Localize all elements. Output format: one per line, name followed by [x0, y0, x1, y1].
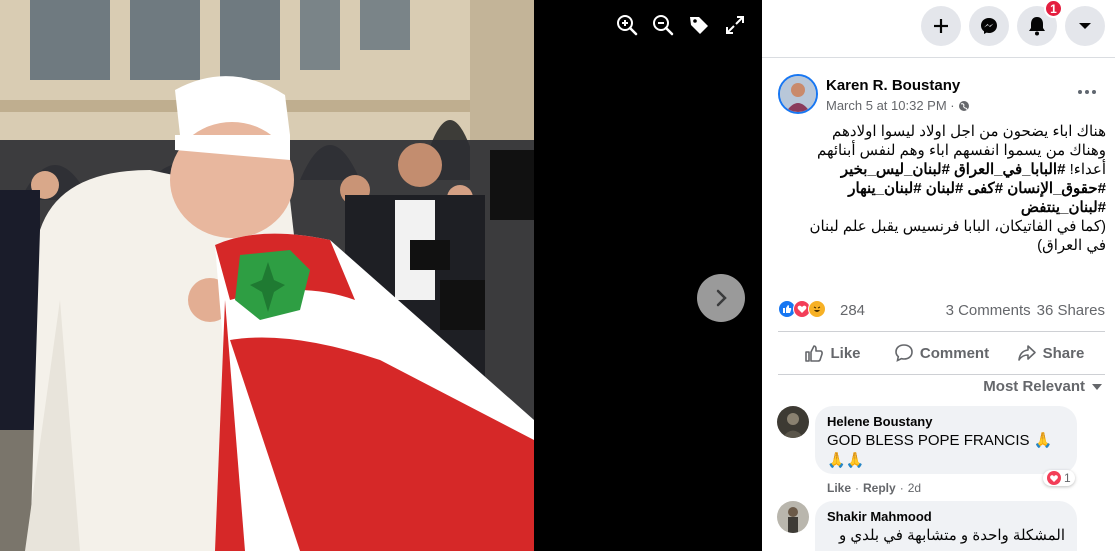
reaction-count[interactable]: 284 — [840, 302, 865, 319]
author-name[interactable]: Karen R. Boustany — [826, 77, 960, 94]
post-photo[interactable] — [0, 0, 534, 551]
post-text-line: هناك اباء يضحون من اجل اولاد ليسوا اولاد… — [832, 123, 1106, 140]
fullscreen-icon[interactable] — [722, 12, 748, 38]
comment-reaction[interactable]: 1 — [1043, 470, 1075, 486]
post-options-button[interactable] — [1073, 80, 1101, 104]
zoom-out-icon[interactable] — [650, 12, 676, 38]
comment-text: المشكلة واحدة و متشابهة في بلدي و — [838, 527, 1065, 544]
meta-separator: · — [855, 481, 860, 495]
reaction-icons[interactable] — [778, 300, 826, 318]
share-icon — [1017, 345, 1036, 361]
post-text-line: وهناك من يسموا انفسهم اباء وهم لنفس أبنا… — [816, 142, 1106, 159]
hashtag-links[interactable]: #لبنان_ينتفض — [774, 198, 1106, 217]
notification-badge: 1 — [1044, 0, 1063, 18]
commenter-avatar[interactable] — [777, 406, 809, 438]
shares-count[interactable]: 36 Shares — [1037, 302, 1105, 319]
reactions-bar: 284 3 Comments 36 Shares — [778, 298, 1105, 322]
account-menu-button[interactable] — [1065, 6, 1105, 46]
chevron-right-icon — [716, 289, 727, 307]
comment-sort-dropdown[interactable]: Most Relevant — [983, 378, 1103, 395]
post-date[interactable]: March 5 at 10:32 PM · — [826, 98, 955, 113]
post-text-line: (كما في الفاتيكان، البابا فرنسيس يقبل عل… — [809, 218, 1106, 235]
post-side-panel: 1 Karen R. Boustany March 5 at 10:32 PM … — [762, 0, 1115, 551]
notifications-button[interactable]: 1 — [1017, 0, 1063, 46]
comment-time[interactable]: 2d — [908, 481, 921, 495]
post-meta: March 5 at 10:32 PM · — [826, 98, 970, 113]
post-text-line: في العراق) — [1037, 237, 1106, 254]
comment-bubble: Shakir Mahmood المشكلة واحدة و متشابهة ف… — [815, 501, 1077, 551]
like-button[interactable]: Like — [778, 332, 887, 374]
photo-viewer — [0, 0, 762, 551]
post-text: هناك اباء يضحون من اجل اولاد ليسوا اولاد… — [774, 122, 1106, 255]
comment-like-button[interactable]: Like — [827, 481, 851, 495]
plus-icon — [934, 19, 948, 33]
comment-reply-button[interactable]: Reply — [863, 481, 896, 495]
comment-reaction-count: 1 — [1064, 471, 1071, 485]
post-actions: Like Comment Share — [778, 331, 1105, 375]
post-header: Karen R. Boustany March 5 at 10:32 PM · — [778, 74, 1105, 118]
commenter-name[interactable]: Shakir Mahmood — [827, 509, 1065, 524]
share-button[interactable]: Share — [996, 332, 1105, 374]
top-bar: 1 — [762, 0, 1115, 58]
sort-label: Most Relevant — [983, 378, 1085, 395]
like-label: Like — [830, 344, 861, 362]
comment-button[interactable]: Comment — [887, 332, 996, 374]
messenger-button[interactable] — [969, 6, 1009, 46]
commenter-name[interactable]: Helene Boustany — [827, 414, 1065, 429]
messenger-icon — [981, 18, 997, 34]
haha-reaction-icon — [808, 300, 826, 318]
meta-separator: · — [899, 481, 904, 495]
comment-label: Comment — [919, 344, 990, 362]
comment-icon — [895, 344, 913, 362]
author-avatar[interactable] — [778, 74, 818, 114]
caret-down-icon — [1092, 383, 1102, 390]
engagement-counts: 3 Comments 36 Shares — [946, 302, 1105, 319]
comments-count[interactable]: 3 Comments — [946, 302, 1031, 319]
share-label: Share — [1042, 344, 1085, 362]
comment-meta: Like · Reply · 2d — [827, 481, 921, 495]
tag-icon[interactable] — [686, 12, 712, 38]
thumbs-up-icon — [805, 345, 824, 362]
create-button[interactable] — [921, 6, 961, 46]
comment-item: Shakir Mahmood المشكلة واحدة و متشابهة ف… — [777, 501, 1105, 551]
post-text-fragment: أعداء! — [1069, 161, 1106, 178]
more-horizontal-icon — [1078, 90, 1096, 94]
caret-down-icon — [1079, 23, 1091, 29]
post-text-line: أعداء! #البابا_في_العراق #لبنان_ليس_بخير — [774, 160, 1106, 179]
commenter-avatar[interactable] — [777, 501, 809, 533]
globe-icon — [958, 100, 969, 111]
bell-icon — [1029, 17, 1045, 36]
viewer-toolbar — [614, 12, 748, 38]
comment-text: GOD BLESS POPE FRANCIS 🙏🙏🙏 — [827, 432, 1053, 469]
comment-bubble: Helene Boustany GOD BLESS POPE FRANCIS 🙏… — [815, 406, 1077, 474]
hashtag-links[interactable]: #البابا_في_العراق #لبنان_ليس_بخير — [841, 161, 1066, 178]
next-photo-button[interactable] — [697, 274, 745, 322]
zoom-in-icon[interactable] — [614, 12, 640, 38]
comment-item: Helene Boustany GOD BLESS POPE FRANCIS 🙏… — [777, 406, 1105, 498]
hashtag-links[interactable]: #حقوق_الإنسان #كفى #لبنان #لبنان_ينهار — [774, 179, 1106, 198]
love-reaction-icon — [1047, 471, 1061, 485]
